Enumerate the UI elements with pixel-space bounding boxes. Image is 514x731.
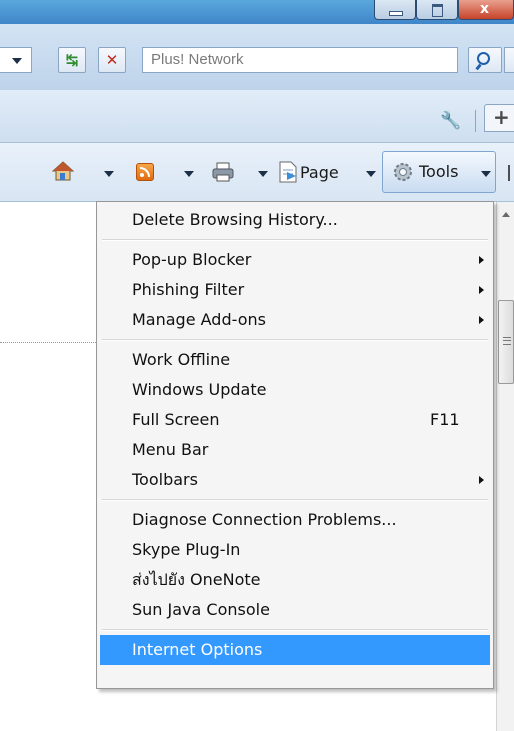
new-tab-button[interactable]: + xyxy=(484,104,514,132)
stop-icon: ✕ xyxy=(105,51,119,69)
menu-item-label: Diagnose Connection Problems... xyxy=(132,510,397,529)
submenu-arrow-icon xyxy=(479,316,484,324)
menu-item[interactable]: Menu Bar xyxy=(100,435,490,465)
menu-item[interactable]: Toolbars xyxy=(100,465,490,495)
menu-item[interactable]: Sun Java Console xyxy=(100,595,490,625)
menu-item-label: Work Offline xyxy=(132,350,231,369)
page-button[interactable]: Page xyxy=(300,159,339,187)
home-icon[interactable] xyxy=(52,161,74,181)
menu-item[interactable]: Internet Options xyxy=(100,635,490,665)
address-dropdown-button[interactable] xyxy=(0,47,32,73)
tab-row: 🔧 + xyxy=(0,90,514,143)
print-icon[interactable] xyxy=(212,162,234,182)
feeds-dropdown-arrow[interactable] xyxy=(184,171,194,177)
rss-icon[interactable] xyxy=(136,163,154,181)
tools-button[interactable]: Tools xyxy=(382,151,496,193)
menu-item[interactable]: Manage Add-ons xyxy=(100,305,490,335)
gear-icon xyxy=(394,163,412,181)
page-icon xyxy=(279,161,297,183)
menu-item[interactable]: ส่งไปยัง OneNote xyxy=(100,565,490,595)
menu-item-shortcut: F11 xyxy=(430,410,460,429)
menu-item-label: Full Screen xyxy=(132,410,220,429)
menu-separator xyxy=(102,339,488,341)
menu-item-label: Windows Update xyxy=(132,380,267,399)
stop-button[interactable]: ✕ xyxy=(98,47,126,73)
search-options-button[interactable] xyxy=(504,47,514,73)
menu-item[interactable]: Windows Update xyxy=(100,375,490,405)
print-dropdown-arrow[interactable] xyxy=(258,171,268,177)
menu-item-label: ส่งไปยัง OneNote xyxy=(132,570,261,589)
menu-item[interactable]: Skype Plug-In xyxy=(100,535,490,565)
menu-item[interactable]: Full Screen F11 xyxy=(100,405,490,435)
menu-separator xyxy=(102,499,488,501)
command-bar: Page Tools xyxy=(0,143,514,202)
address-row: ↹ ✕ Plus! Network xyxy=(0,24,514,90)
page-dropdown-arrow[interactable] xyxy=(366,171,376,177)
browser-window: x ↹ ✕ Plus! Network 🔧 + Page Tools Delet… xyxy=(0,0,514,731)
refresh-button[interactable]: ↹ xyxy=(58,47,86,73)
tools-dropdown-arrow xyxy=(481,171,491,177)
scrollbar-thumb[interactable] xyxy=(498,300,514,384)
home-dropdown-arrow[interactable] xyxy=(104,171,114,177)
minimize-button[interactable] xyxy=(374,0,416,20)
scroll-up-arrow[interactable] xyxy=(502,212,510,217)
menu-item-label: Manage Add-ons xyxy=(132,310,266,329)
submenu-arrow-icon xyxy=(479,476,484,484)
grip-icon xyxy=(503,337,511,345)
submenu-arrow-icon xyxy=(479,286,484,294)
menu-item[interactable]: Delete Browsing History... xyxy=(100,205,490,235)
refresh-icon: ↹ xyxy=(65,51,79,69)
menu-item[interactable]: Phishing Filter xyxy=(100,275,490,305)
tools-button-label: Tools xyxy=(419,162,459,181)
menu-item-label: Menu Bar xyxy=(132,440,209,459)
close-icon: x xyxy=(480,1,490,17)
maximize-button[interactable] xyxy=(416,0,458,20)
menu-item-label: Toolbars xyxy=(132,470,198,489)
submenu-arrow-icon xyxy=(479,256,484,264)
close-button[interactable]: x xyxy=(458,0,514,20)
menu-item-label: Skype Plug-In xyxy=(132,540,241,559)
wrench-icon[interactable]: 🔧 xyxy=(440,110,462,132)
title-bar: x xyxy=(0,0,514,24)
menu-item[interactable]: Work Offline xyxy=(100,345,490,375)
menu-item-label: Internet Options xyxy=(132,640,263,659)
toolbar-overflow-edge xyxy=(508,165,514,181)
menu-item-label: Pop-up Blocker xyxy=(132,250,252,269)
menu-item[interactable]: Diagnose Connection Problems... xyxy=(100,505,490,535)
tools-menu: Delete Browsing History... Pop-up Blocker… xyxy=(96,201,494,689)
search-input[interactable]: Plus! Network xyxy=(142,47,458,73)
menu-item-label: Sun Java Console xyxy=(132,600,270,619)
menu-item[interactable]: Pop-up Blocker xyxy=(100,245,490,275)
menu-item-label: Phishing Filter xyxy=(132,280,245,299)
vertical-scrollbar[interactable] xyxy=(496,202,514,731)
tab-divider xyxy=(475,110,476,132)
menu-item-label: Delete Browsing History... xyxy=(132,210,338,229)
menu-separator xyxy=(102,239,488,241)
page-button-label: Page xyxy=(300,163,339,182)
search-button[interactable] xyxy=(468,47,502,73)
menu-separator xyxy=(102,629,488,631)
search-input-value: Plus! Network xyxy=(151,51,244,68)
content-divider xyxy=(0,342,96,343)
